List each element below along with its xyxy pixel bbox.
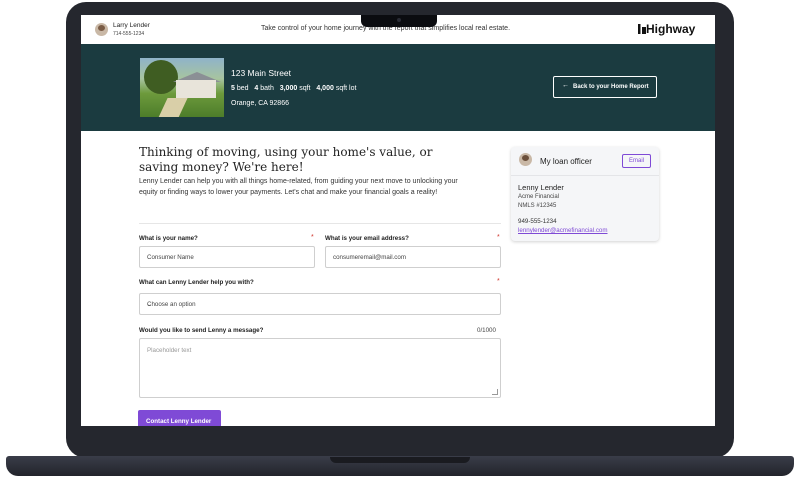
beds-unit: bed bbox=[236, 85, 249, 92]
loan-officer-email-link[interactable]: lennylender@acmefinancial.com bbox=[518, 227, 608, 234]
loan-officer-phone[interactable]: 949-555-1234 bbox=[518, 218, 557, 225]
contact-button-label: Contact Lenny Lender bbox=[146, 418, 212, 425]
loan-officer-company: Acme Financial bbox=[518, 194, 560, 200]
agent-phone[interactable]: 714-555-1234 bbox=[113, 31, 144, 37]
property-specs: 5 bed 4 bath 3,000 sqft 4,000 sqft lot bbox=[231, 85, 356, 92]
screen: Larry Lender 714-555-1234 Take control o… bbox=[81, 15, 715, 426]
camera-notch bbox=[361, 15, 437, 27]
help-select[interactable]: Choose an option ⌄ bbox=[139, 293, 501, 315]
loan-officer-name: Lenny Lender bbox=[518, 183, 564, 192]
help-label: What can Lenny Lender help you with? bbox=[139, 279, 254, 286]
beds-value: 5 bbox=[231, 85, 235, 92]
arrow-left-icon: ← bbox=[562, 82, 569, 89]
email-label: What is your email address? bbox=[325, 235, 409, 242]
email-button[interactable]: Email bbox=[622, 154, 651, 168]
back-to-report-button[interactable]: ← Back to your Home Report bbox=[553, 76, 657, 98]
chevron-down-icon: ⌄ bbox=[147, 302, 153, 308]
message-placeholder: Placeholder text bbox=[147, 347, 192, 354]
message-textarea[interactable]: Placeholder text bbox=[139, 338, 501, 398]
required-mark: * bbox=[497, 234, 500, 241]
lot-value: 4,000 bbox=[316, 85, 334, 92]
sqft-unit: sqft bbox=[299, 85, 311, 92]
loan-officer-title: My loan officer bbox=[540, 157, 592, 166]
email-field-value: consumeremail@mail.com bbox=[333, 254, 406, 261]
name-field[interactable]: Consumer Name bbox=[139, 246, 315, 268]
baths-unit: bath bbox=[260, 85, 274, 92]
email-button-label: Email bbox=[629, 158, 645, 164]
property-address: 123 Main Street bbox=[231, 68, 292, 78]
lot-unit: sqft lot bbox=[335, 85, 357, 92]
back-button-label: Back to your Home Report bbox=[573, 84, 649, 90]
required-mark: * bbox=[497, 278, 500, 285]
brand-logo[interactable]: Highway bbox=[646, 22, 695, 36]
name-label: What is your name? bbox=[139, 235, 198, 242]
property-header: 123 Main Street 5 bed 4 bath 3,000 sqft … bbox=[81, 44, 715, 131]
email-field[interactable]: consumeremail@mail.com bbox=[325, 246, 501, 268]
property-photo bbox=[140, 58, 224, 117]
loan-officer-avatar bbox=[519, 153, 532, 166]
required-mark: * bbox=[311, 234, 314, 241]
message-counter: 0/1000 bbox=[477, 327, 496, 334]
divider bbox=[139, 223, 501, 224]
loan-officer-nmls: NMLS #12345 bbox=[518, 203, 557, 209]
highway-logo-icon bbox=[638, 24, 646, 34]
agent-avatar bbox=[95, 23, 108, 36]
property-city: Orange, CA 92866 bbox=[231, 100, 289, 107]
page-title: Thinking of moving, using your home's va… bbox=[139, 145, 433, 174]
intro-text: Lenny Lender can help you with all thing… bbox=[139, 178, 458, 196]
resize-grip-icon[interactable] bbox=[492, 389, 498, 395]
name-field-value: Consumer Name bbox=[147, 254, 194, 261]
agent-name: Larry Lender bbox=[113, 22, 150, 29]
card-divider bbox=[511, 175, 659, 176]
camera-icon bbox=[397, 18, 401, 22]
baths-value: 4 bbox=[254, 85, 259, 92]
contact-button[interactable]: Contact Lenny Lender bbox=[138, 410, 221, 426]
sqft-value: 3,000 bbox=[279, 85, 298, 92]
loan-officer-card: My loan officer Email Lenny Lender Acme … bbox=[511, 147, 659, 241]
laptop-base-notch bbox=[330, 457, 470, 463]
message-label: Would you like to send Lenny a message? bbox=[139, 327, 264, 334]
